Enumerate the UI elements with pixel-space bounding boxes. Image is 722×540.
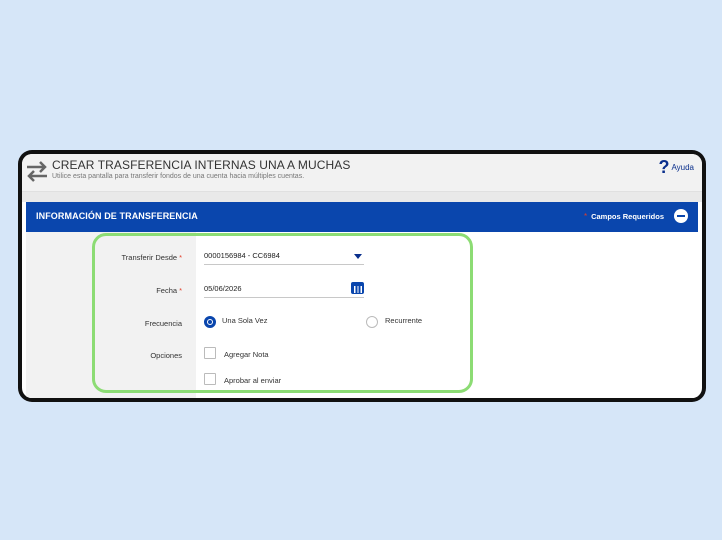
transfer-arrows-icon — [27, 161, 47, 182]
radio-recurring-label: Recurrente — [385, 316, 423, 325]
radio-once[interactable] — [204, 316, 216, 328]
from-account-label-text: Transferir Desde — [121, 253, 178, 262]
calendar-icon[interactable] — [351, 282, 364, 294]
page-subtitle: Utilice esta pantalla para transferir fo… — [52, 173, 305, 180]
help-label: Ayuda — [671, 162, 694, 172]
options-label: Opciones — [150, 351, 182, 360]
app-screen: CREAR TRASFERENCIA INTERNAS UNA A MUCHAS… — [22, 154, 702, 398]
from-account-select[interactable]: 0000156984 - CC6984 — [204, 251, 364, 265]
required-fields-legend: * Campos Requeridos — [584, 209, 688, 223]
checkbox-add-note[interactable] — [204, 347, 216, 359]
help-link[interactable]: ? Ayuda — [658, 158, 694, 176]
transfer-form: Transferir Desde * 0000156984 - CC6984 Fe… — [26, 232, 698, 398]
checkbox-approve-on-send-label: Aprobar al enviar — [224, 376, 282, 385]
caret-down-icon — [354, 254, 362, 259]
radio-once-label: Una Sola Vez — [222, 316, 268, 325]
from-account-label: Transferir Desde * — [26, 253, 183, 262]
date-field[interactable]: 05/06/2026 — [204, 282, 364, 298]
required-star: * — [179, 286, 182, 295]
section-title: INFORMACIÓN DE TRANSFERENCIA — [36, 211, 198, 221]
checkbox-approve-on-send[interactable] — [204, 373, 216, 385]
date-label-text: Fecha — [156, 286, 178, 295]
frequency-label: Frecuencia — [144, 319, 182, 328]
page-header: CREAR TRASFERENCIA INTERNAS UNA A MUCHAS… — [22, 154, 702, 192]
header-divider — [22, 192, 702, 202]
section-header: INFORMACIÓN DE TRANSFERENCIA * Campos Re… — [26, 202, 698, 232]
device-frame: CREAR TRASFERENCIA INTERNAS UNA A MUCHAS… — [18, 150, 706, 402]
date-label: Fecha * — [26, 286, 182, 295]
collapse-section-icon[interactable] — [674, 209, 688, 223]
required-star: * — [179, 253, 182, 262]
radio-recurring[interactable] — [366, 316, 378, 328]
checkbox-add-note-label: Agregar Nota — [224, 350, 269, 359]
required-star: * — [583, 211, 588, 221]
from-account-value: 0000156984 - CC6984 — [204, 251, 280, 260]
date-value: 05/06/2026 — [204, 284, 242, 293]
required-fields-label: Campos Requeridos — [591, 211, 664, 221]
question-mark-icon: ? — [658, 157, 670, 177]
page-title: CREAR TRASFERENCIA INTERNAS UNA A MUCHAS — [52, 158, 351, 172]
